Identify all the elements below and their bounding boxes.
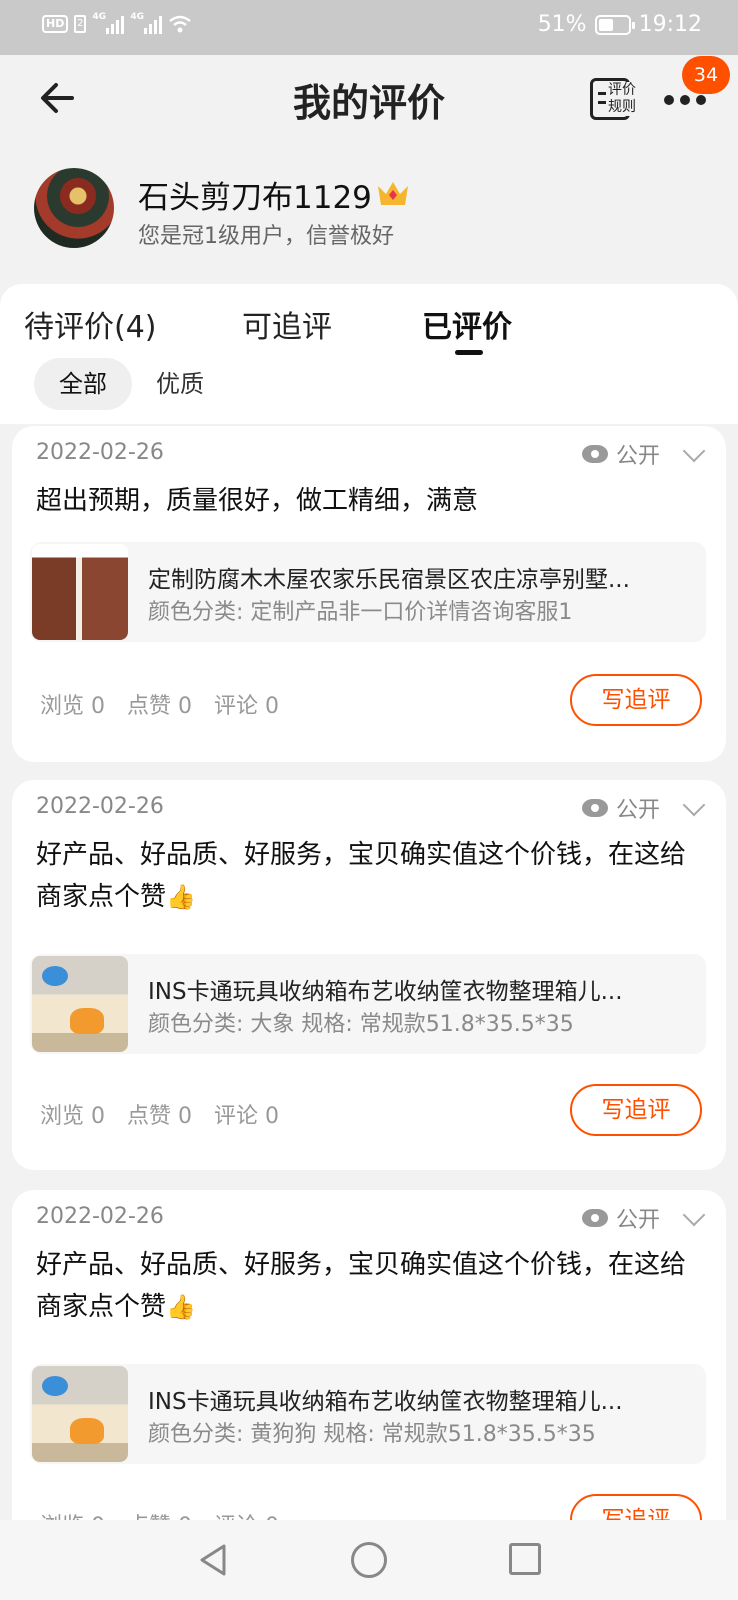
wifi-icon <box>169 15 192 33</box>
visibility-toggle[interactable]: 公开 <box>581 438 706 470</box>
product-image <box>32 956 128 1052</box>
rules-label: 评价规则 <box>608 82 640 116</box>
product-spec: 颜色分类: 大象 规格: 常规款51.8*35.5*35 <box>148 1012 574 1037</box>
visibility-label: 公开 <box>615 1208 660 1233</box>
product-title: INS卡通玩具收纳箱布艺收纳筐衣物整理箱儿... <box>148 1389 623 1415</box>
thumbs-up-icon: 👍 <box>166 883 196 911</box>
review-text-content: 超出预期，质量很好，做工精细，满意 <box>36 486 479 516</box>
eye-icon <box>581 799 608 817</box>
product-image <box>32 544 128 640</box>
filter-all[interactable]: 全部 <box>34 358 132 410</box>
battery-text: 51% <box>537 12 587 37</box>
nav-recent-icon[interactable] <box>509 1543 541 1575</box>
tab-reviewed[interactable]: 已评价 <box>422 302 512 346</box>
chevron-down-icon <box>682 1203 706 1227</box>
visibility-label: 公开 <box>615 444 660 469</box>
product-summary[interactable]: 定制防腐木木屋农家乐民宿景区农庄凉亭别墅... 颜色分类: 定制产品非一口价详情… <box>30 542 706 642</box>
system-nav-bar <box>0 1520 738 1600</box>
product-spec: 颜色分类: 黄狗狗 规格: 常规款51.8*35.5*35 <box>148 1422 596 1447</box>
review-stats: 浏览 0 点赞 0 评论 0 <box>40 1098 279 1130</box>
product-title: INS卡通玩具收纳箱布艺收纳筐衣物整理箱儿... <box>148 979 623 1005</box>
signal-icon-2: 4G <box>130 12 163 34</box>
thumbs-up-icon: 👍 <box>166 1293 196 1321</box>
product-image <box>32 1366 128 1462</box>
status-right: 51% 19:12 <box>538 12 702 37</box>
review-stats: 浏览 0 点赞 0 评论 0 <box>40 688 279 720</box>
product-summary[interactable]: INS卡通玩具收纳箱布艺收纳筐衣物整理箱儿... 颜色分类: 大象 规格: 常规… <box>30 954 706 1054</box>
rules-button[interactable]: 评价规则 <box>590 78 642 120</box>
more-dots-icon <box>664 95 674 105</box>
review-text: 好产品、好品质、好服务，宝贝确实值这个价钱，在这给商家点个赞👍 <box>36 834 708 918</box>
filter-quality[interactable]: 优质 <box>156 358 204 410</box>
write-followup-button[interactable]: 写追评 <box>570 1084 702 1136</box>
review-card: 2022-02-26 公开 好产品、好品质、好服务，宝贝确实值这个价钱，在这给商… <box>12 780 726 1170</box>
nav-back-icon[interactable] <box>196 1542 232 1578</box>
product-title: 定制防腐木木屋农家乐民宿景区农庄凉亭别墅... <box>148 567 630 593</box>
sim-icon: 2 <box>74 15 87 33</box>
review-date: 2022-02-26 <box>36 794 164 819</box>
reviews-panel: 待评价(4) 可追评 已评价 全部 优质 2022-02-26 公开 超出预期，… <box>0 284 738 1580</box>
tab-pending[interactable]: 待评价(4) <box>24 302 157 346</box>
chevron-down-icon <box>682 793 706 817</box>
review-date: 2022-02-26 <box>36 440 164 465</box>
comments-count: 评论 0 <box>214 1104 279 1129</box>
battery-icon <box>594 14 635 35</box>
review-text-content: 好产品、好品质、好服务，宝贝确实值这个价钱，在这给商家点个赞 <box>36 840 687 912</box>
review-date: 2022-02-26 <box>36 1204 164 1229</box>
visibility-label: 公开 <box>615 798 660 823</box>
review-text-content: 好产品、好品质、好服务，宝贝确实值这个价钱，在这给商家点个赞 <box>36 1250 687 1322</box>
tab-follow-up[interactable]: 可追评 <box>242 302 332 346</box>
views-count: 浏览 0 <box>40 1104 105 1129</box>
chevron-down-icon <box>682 439 706 463</box>
product-spec: 颜色分类: 定制产品非一口价详情咨询客服1 <box>148 600 573 625</box>
product-summary[interactable]: INS卡通玩具收纳箱布艺收纳筐衣物整理箱儿... 颜色分类: 黄狗狗 规格: 常… <box>30 1364 706 1464</box>
likes-count: 点赞 0 <box>127 694 192 719</box>
review-card: 2022-02-26 公开 超出预期，质量很好，做工精细，满意 定制防腐木木屋农… <box>12 426 726 762</box>
write-followup-button[interactable]: 写追评 <box>570 674 702 726</box>
network-type-label-2: 4G <box>130 12 144 22</box>
crown-icon <box>378 182 408 205</box>
nav-home-icon[interactable] <box>351 1542 387 1578</box>
review-text: 好产品、好品质、好服务，宝贝确实值这个价钱，在这给商家点个赞👍 <box>36 1244 708 1328</box>
comments-count: 评论 0 <box>214 694 279 719</box>
eye-icon <box>581 1209 608 1227</box>
visibility-toggle[interactable]: 公开 <box>581 792 706 824</box>
clock: 19:12 <box>638 12 702 37</box>
views-count: 浏览 0 <box>40 694 105 719</box>
status-left: HD 2 4G 4G <box>42 12 192 34</box>
tab-indicator <box>455 350 483 355</box>
avatar[interactable] <box>34 168 114 248</box>
review-text: 超出预期，质量很好，做工精细，满意 <box>36 480 708 522</box>
eye-icon <box>581 445 608 463</box>
status-bar: HD 2 4G 4G 51% 19:12 <box>0 0 738 55</box>
user-level-text: 您是冠1级用户，信誉极好 <box>138 224 394 249</box>
network-type-label: 4G <box>92 12 106 22</box>
visibility-toggle[interactable]: 公开 <box>581 1202 706 1234</box>
hd-icon: HD <box>42 15 69 33</box>
battery-level <box>598 18 613 31</box>
message-badge: 34 <box>682 56 730 94</box>
likes-count: 点赞 0 <box>127 1104 192 1129</box>
username: 石头剪刀布1129 <box>138 180 372 216</box>
signal-icon: 4G <box>92 12 125 34</box>
